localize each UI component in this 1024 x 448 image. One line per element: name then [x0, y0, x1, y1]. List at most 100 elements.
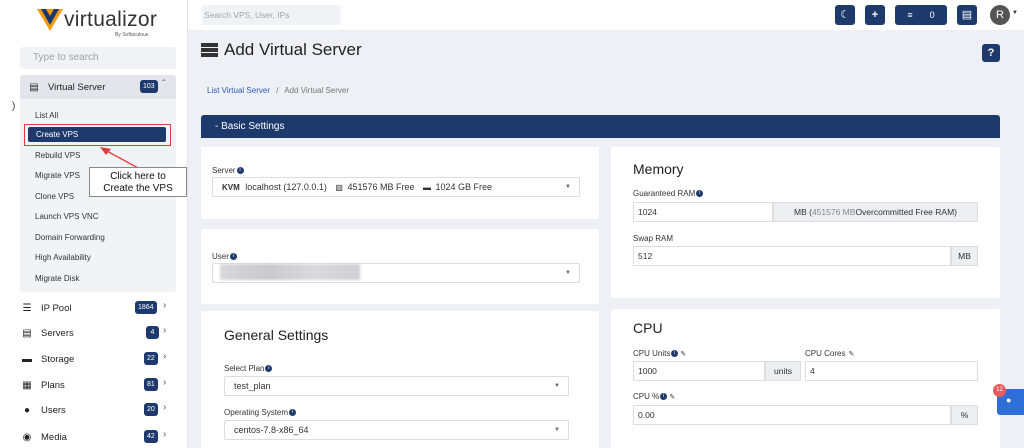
sub-item-create-vps[interactable]: Create VPS: [28, 127, 166, 142]
chevron-right-icon: ›: [163, 300, 167, 311]
create-vps-callout: Click here to Create the VPS: [89, 167, 187, 197]
server-name: localhost (127.0.0.1): [245, 182, 327, 192]
cpu-percent-label-text: CPU %: [633, 392, 660, 401]
info-icon: i: [696, 190, 704, 198]
logo-by: By Softaculous: [115, 32, 149, 38]
plan-select[interactable]: test_plan ▼: [224, 376, 569, 396]
os-label: Operating System i: [224, 408, 297, 417]
count-badge: 42: [144, 430, 158, 443]
ram-icon: ▧: [335, 183, 343, 192]
unit-prefix: MB (: [794, 207, 812, 217]
user-avatar[interactable]: R: [990, 5, 1010, 25]
page-title: Add Virtual Server: [201, 40, 362, 60]
cpu-percent-label: CPU % i ✎: [633, 392, 675, 401]
memory-title: Memory: [633, 161, 684, 177]
edit-icon[interactable]: ✎: [669, 394, 675, 401]
help-button[interactable]: ?: [982, 44, 1000, 62]
caret-down-icon[interactable]: ▼: [1012, 10, 1018, 16]
plan-value: test_plan: [234, 381, 271, 391]
chevron-right-icon: ›: [163, 325, 167, 336]
user-label-text: User: [212, 252, 229, 261]
breadcrumb-current: Add Virtual Server: [284, 86, 350, 95]
cpu-title: CPU: [633, 320, 663, 336]
notes-button[interactable]: ▤: [957, 5, 977, 25]
stray-character: ): [12, 101, 16, 112]
task-count: 0: [929, 10, 935, 20]
cpu-percent-unit: %: [951, 405, 978, 425]
count-badge: 103: [140, 80, 158, 93]
sidebar-item-servers[interactable]: ▤ Servers 4 ›: [20, 323, 170, 343]
info-icon: i: [289, 409, 297, 417]
breadcrumb-separator: /: [276, 86, 279, 95]
cpu-units-input[interactable]: 1000: [633, 361, 765, 381]
sub-item-list-all[interactable]: List All: [35, 109, 58, 123]
sidebar-item-virtual-server[interactable]: ▤ Virtual Server 103 ˆ: [27, 77, 177, 97]
chevron-down-icon: ▼: [554, 383, 560, 389]
cpu-units-label-text: CPU Units: [633, 349, 671, 358]
cpu-cores-label: CPU Cores ✎: [805, 349, 854, 358]
swap-ram-input[interactable]: 512: [633, 246, 951, 266]
chevron-right-icon: ›: [163, 402, 167, 413]
cpu-cores-input[interactable]: 4: [805, 361, 978, 381]
sidebar-item-label: Servers: [41, 327, 74, 339]
redacted-user-value: [220, 264, 360, 280]
server-select[interactable]: KVM localhost (127.0.0.1) ▧ 451576 MB Fr…: [212, 177, 580, 197]
sidebar-item-users[interactable]: ● Users 20 ›: [20, 400, 170, 420]
chevron-down-icon: ▼: [565, 184, 571, 190]
media-icon: ◉: [22, 431, 32, 443]
sidebar-item-media[interactable]: ◉ Media 42 ›: [20, 427, 170, 447]
plans-icon: ▦: [22, 379, 32, 391]
chevron-right-icon: ›: [163, 377, 167, 388]
cpu-units-unit: units: [765, 361, 801, 381]
guaranteed-ram-input[interactable]: 1024: [633, 202, 773, 222]
sub-item-domain-forwarding[interactable]: Domain Forwarding: [35, 231, 105, 245]
os-value: centos-7.8-x86_64: [234, 425, 309, 435]
basic-settings-header[interactable]: - Basic Settings: [201, 115, 1000, 138]
edit-icon[interactable]: ✎: [848, 351, 854, 358]
global-search-input[interactable]: Search VPS, User, IPs: [202, 5, 341, 25]
cpu-percent-input[interactable]: 0.00: [633, 405, 951, 425]
server-ram-free: 451576 MB Free: [347, 182, 415, 192]
plan-label-text: Select Plan: [224, 364, 265, 373]
chevron-up-icon: ˆ: [162, 79, 166, 90]
sub-item-high-availability[interactable]: High Availability: [35, 251, 91, 265]
guaranteed-ram-unit: MB (451576 MBOvercommitted Free RAM): [773, 202, 978, 222]
guaranteed-ram-label-text: Guaranteed RAM: [633, 189, 696, 198]
sub-item-migrate-disk[interactable]: Migrate Disk: [35, 272, 79, 286]
notification-count: 12: [993, 384, 1006, 397]
tasks-button[interactable]: ≡ 0: [895, 5, 947, 25]
sidebar-item-label: Media: [41, 431, 67, 443]
sub-item-launch-vnc[interactable]: Launch VPS VNC: [35, 210, 99, 224]
sidebar-item-plans[interactable]: ▦ Plans 81 ›: [20, 375, 170, 395]
server-type: KVM: [222, 183, 240, 192]
sidebar-item-label: Users: [41, 404, 66, 416]
sidebar-item-ip-pool[interactable]: ☰ IP Pool 1864 ›: [20, 298, 170, 318]
add-button[interactable]: +: [865, 5, 885, 25]
plus-icon: +: [871, 9, 879, 21]
breadcrumb: List Virtual Server / Add Virtual Server: [207, 86, 349, 95]
info-icon: i: [660, 393, 668, 401]
virtualizor-logo[interactable]: virtualizor By Softaculous: [37, 6, 157, 40]
dark-mode-button[interactable]: ☾: [835, 5, 855, 25]
count-badge: 4: [146, 326, 159, 339]
sidebar-search-input[interactable]: Type to search: [20, 47, 176, 69]
sidebar-item-label: IP Pool: [41, 302, 72, 314]
breadcrumb-link[interactable]: List Virtual Server: [207, 86, 270, 95]
callout-text: Click here to Create the VPS: [103, 171, 173, 194]
sub-item-migrate-vps[interactable]: Migrate VPS: [35, 169, 80, 183]
os-select[interactable]: centos-7.8-x86_64 ▼: [224, 420, 569, 440]
create-vps-highlight: Create VPS: [24, 124, 171, 146]
task-list-icon: ≡: [907, 10, 913, 20]
logo-mark-icon: [37, 9, 63, 31]
sidebar-item-storage[interactable]: ▬ Storage 22 ›: [20, 349, 170, 369]
sub-item-clone-vps[interactable]: Clone VPS: [35, 190, 74, 204]
count-badge: 20: [144, 403, 158, 416]
info-icon: i: [236, 167, 244, 175]
count-badge: 81: [144, 378, 158, 391]
sub-item-rebuild-vps[interactable]: Rebuild VPS: [35, 149, 80, 163]
edit-icon[interactable]: ✎: [680, 351, 686, 358]
unit-free-mb: 451576 MB: [811, 207, 856, 217]
unit-suffix: Overcommitted Free RAM): [855, 207, 957, 217]
server-list-icon: ▤: [29, 81, 39, 93]
info-icon: i: [671, 350, 679, 358]
